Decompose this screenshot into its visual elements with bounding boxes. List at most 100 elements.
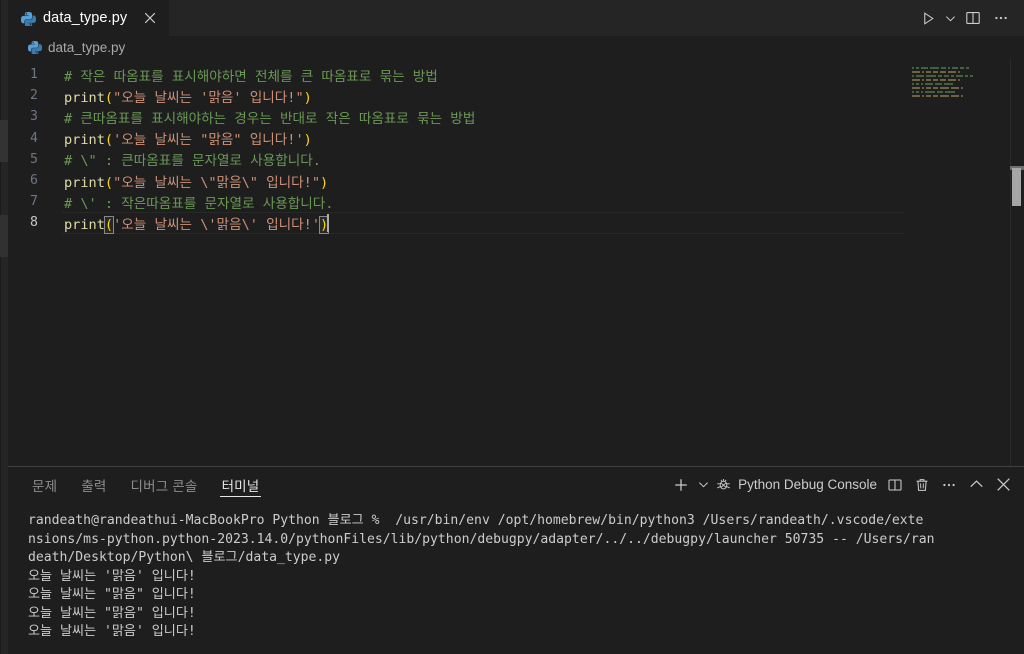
minimap-segment: [916, 83, 920, 85]
minimap-segment: [951, 95, 960, 97]
editor-tab-data-type-py[interactable]: data_type.py: [8, 0, 170, 36]
minimap-segment: [912, 67, 914, 69]
minimap-segment: [912, 83, 914, 85]
minimap-segment: [916, 75, 924, 77]
code-token-comment: # 작은 따옴표를 표시해야하면 전체를 큰 따옴표로 묶는 방법: [64, 68, 438, 85]
code-text: print("오늘 날씨는 \"맑음\" 입니다!"): [62, 171, 328, 191]
code-token-comment: # 큰따옴표를 표시해야하는 경우는 반대로 작은 따옴표로 묶는 방법: [64, 110, 476, 127]
terminal-name-label: Python Debug Console: [738, 477, 877, 492]
sidebar-scroll-marker-1[interactable]: [0, 120, 8, 162]
split-editor-icon[interactable]: [959, 3, 987, 33]
minimap-segment: [965, 67, 969, 69]
code-editor[interactable]: 1 # 작은 따옴표를 표시해야하면 전체를 큰 따옴표로 묶는 방법 2 print…: [0, 58, 1024, 466]
tab-problems[interactable]: 문제: [20, 467, 69, 502]
close-icon[interactable]: [141, 10, 158, 27]
code-text: # \' : 작은따옴표를 문자열로 사용합니다.: [62, 192, 333, 212]
minimap-segment: [960, 67, 964, 69]
code-token-str: '오늘 날씨는 "맑음" 입니다!': [113, 132, 304, 149]
code-line[interactable]: 4 print('오늘 날씨는 "맑음" 입니다!'): [0, 128, 1024, 149]
code-text: # \" : 큰따옴표를 문자열로 사용합니다.: [62, 149, 321, 169]
minimap-segment: [921, 67, 928, 69]
window-left-edge: [0, 0, 1, 654]
line-number: 4: [30, 130, 38, 146]
minimap-segment: [916, 67, 920, 69]
activity-bar-strip: [0, 0, 8, 654]
code-text: # 큰따옴표를 표시해야하는 경우는 반대로 작은 따옴표로 묶는 방법: [62, 107, 475, 127]
code-line[interactable]: 5 # \" : 큰따옴표를 문자열로 사용합니다.: [0, 149, 1024, 170]
minimap-segment: [926, 95, 931, 97]
code-token-fn: print: [64, 174, 105, 191]
minimap-segment: [932, 79, 938, 81]
terminal-line: nsions/ms-python.python-2023.14.0/python…: [28, 531, 935, 547]
minimap-segment: [936, 91, 944, 93]
editor-scrollbar[interactable]: [1010, 58, 1024, 466]
panel-tab-label: 디버그 콘솔: [130, 478, 198, 494]
code-text: print('오늘 날씨는 \'맑음\' 입니다!'): [62, 213, 330, 234]
minimap-segment: [916, 91, 920, 93]
panel-header-space: [271, 467, 668, 502]
trash-icon[interactable]: [909, 472, 935, 498]
code-token-paren: ): [320, 174, 329, 191]
code-line[interactable]: 8 print('오늘 날씨는 \'맑음\' 입니다!'): [0, 212, 1024, 234]
play-icon[interactable]: [914, 3, 942, 33]
terminal-tab-python-debug-console[interactable]: Python Debug Console: [713, 472, 881, 498]
minimap-segment: [921, 91, 924, 93]
bottom-panel: 문제 출력 디버그 콘솔 터미널 Python Debug Console ra…: [0, 466, 1024, 654]
terminal-line: death/Desktop/Python\ 블로그/data_type.py: [28, 550, 341, 565]
minimap-segment: [945, 91, 955, 93]
breadcrumb[interactable]: data_type.py: [0, 36, 1024, 58]
code-token-str: "오늘 날씨는 \"맑음\" 입니다!": [113, 174, 321, 191]
minimap-segment: [912, 95, 920, 97]
terminal-line: 오늘 날씨는 '맑음' 입니다!: [28, 624, 196, 639]
minimap[interactable]: [904, 58, 1010, 466]
minimap-segment: [926, 71, 931, 73]
code-line[interactable]: 7 # \' : 작은따옴표를 문자열로 사용합니다.: [0, 191, 1024, 212]
minimap-segment: [926, 79, 931, 81]
chevron-up-icon[interactable]: [963, 472, 989, 498]
chevron-down-icon[interactable]: [942, 3, 959, 33]
panel-tab-label: 문제: [32, 478, 58, 494]
code-text: print("오늘 날씨는 '맑음' 입니다!"): [62, 86, 312, 106]
code-line[interactable]: 2 print("오늘 날씨는 '맑음' 입니다!"): [0, 85, 1024, 106]
minimap-segment: [912, 71, 920, 73]
minimap-segment: [961, 87, 964, 89]
minimap-segment: [947, 71, 956, 73]
tab-bar-empty-space: [169, 0, 914, 36]
code-line[interactable]: 3 # 큰따옴표를 표시해야하는 경우는 반대로 작은 따옴표로 묶는 방법: [0, 106, 1024, 127]
panel-tab-label: 출력: [81, 478, 107, 494]
minimap-segment: [947, 67, 950, 69]
close-icon[interactable]: [990, 472, 1016, 498]
code-text: # 작은 따옴표를 표시해야하면 전체를 큰 따옴표로 묶는 방법: [62, 65, 438, 85]
minimap-segment: [951, 67, 959, 69]
code-token-paren: ): [303, 132, 312, 149]
breadcrumb-label: data_type.py: [48, 39, 126, 55]
minimap-segment: [969, 75, 974, 77]
code-line[interactable]: 6 print("오늘 날씨는 \"맑음\" 입니다!"): [0, 170, 1024, 191]
minimap-segment: [925, 83, 934, 85]
sidebar-scroll-marker-2[interactable]: [0, 215, 8, 257]
scrollbar-thumb[interactable]: [1012, 168, 1021, 206]
terminal-output[interactable]: randeath@randeathui-MacBookPro Python 블로…: [0, 502, 1024, 654]
minimap-segment: [922, 79, 924, 81]
minimap-segment: [912, 87, 920, 89]
code-line[interactable]: 1 # 작은 따옴표를 표시해야하면 전체를 큰 따옴표로 묶는 방법: [0, 64, 1024, 85]
tab-output[interactable]: 출력: [69, 467, 118, 502]
ellipsis-icon[interactable]: [936, 472, 962, 498]
minimap-segment: [939, 71, 946, 73]
split-panel-icon[interactable]: [882, 472, 908, 498]
line-number: 2: [30, 88, 38, 104]
tab-terminal[interactable]: 터미널: [210, 467, 272, 502]
ellipsis-icon[interactable]: [987, 3, 1015, 33]
plus-icon[interactable]: [668, 472, 694, 498]
text-cursor: [327, 213, 330, 232]
tab-debug-console[interactable]: 디버그 콘솔: [119, 467, 210, 502]
vscode-window: data_type.py data_type.py 1 # 작은 따옴표를 표시…: [0, 0, 1024, 654]
code-text: print('오늘 날씨는 "맑음" 입니다!'): [62, 128, 312, 148]
panel-actions: Python Debug Console: [668, 467, 1016, 502]
terminal-line: 오늘 날씨는 "맑음" 입니다!: [28, 605, 196, 621]
code-token-paren: (: [104, 174, 114, 191]
minimap-segment: [944, 75, 950, 77]
chevron-down-icon[interactable]: [695, 472, 712, 498]
minimap-segment: [912, 79, 920, 81]
terminal-line: randeath@randeathui-MacBookPro Python 블로…: [28, 513, 924, 528]
